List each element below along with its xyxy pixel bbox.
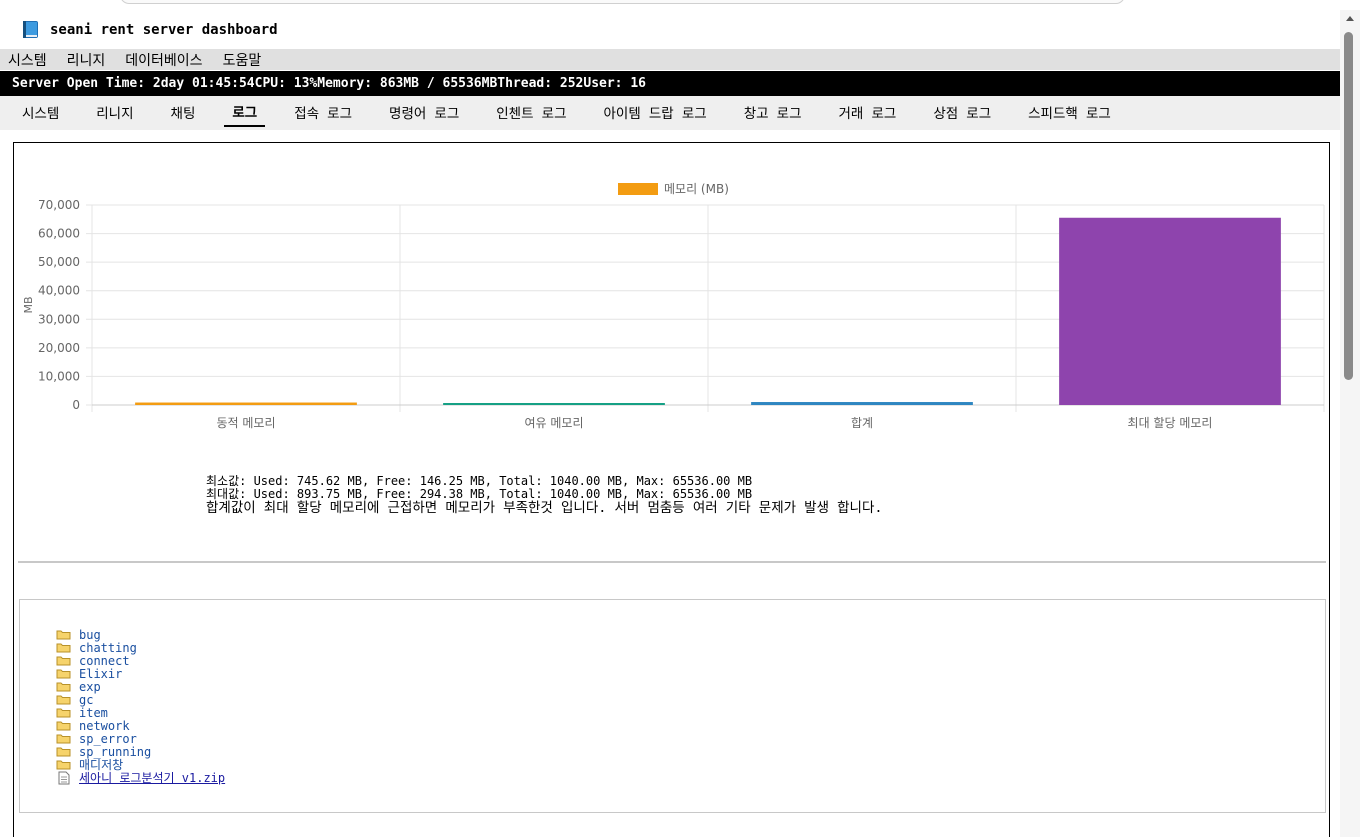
chart-legend-label: 메모리 (MB) [664, 182, 729, 196]
status-thread: Thread: 252 [497, 76, 584, 91]
section-divider [18, 561, 1326, 563]
zip-download-link[interactable]: 세아니 로그분석기 v1.zip [79, 769, 225, 786]
folder-icon [56, 682, 71, 692]
chart-ytick-label: 40,000 [38, 284, 80, 298]
file-icon [58, 771, 70, 784]
list-item: chatting [56, 641, 225, 655]
folder-link[interactable]: connect [79, 654, 130, 668]
list-item: exp [56, 680, 225, 694]
tab-item-drop-log[interactable]: 아이템 드랍 로그 [604, 100, 707, 126]
title-bar: seani rent server dashboard [0, 10, 1340, 49]
folder-icon [56, 760, 71, 770]
folder-link[interactable]: item [79, 706, 108, 720]
chart-ytick-label: 50,000 [38, 255, 80, 269]
window-title: seani rent server dashboard [50, 21, 278, 38]
scroll-up-arrow-icon[interactable] [1346, 16, 1354, 21]
tab-enchant-log[interactable]: 인첸트 로그 [496, 100, 566, 126]
status-cpu: CPU: 13% [254, 76, 318, 91]
list-item: item [56, 706, 225, 720]
file-list: bug chatting connect Elixir exp gc item network… [56, 628, 225, 786]
status-open-time: Server Open Time: 2day 01:45:54 [12, 76, 255, 91]
list-item: gc [56, 693, 225, 707]
chart-ylabel: MB [22, 296, 35, 313]
folder-icon [56, 643, 71, 653]
tab-trade-log[interactable]: 거래 로그 [839, 100, 897, 126]
log-panel: 0 10,000 20,000 30,000 40,000 50,000 60,000 70,… [13, 142, 1330, 837]
memory-chart: 0 10,000 20,000 30,000 40,000 50,000 60,000 70,… [14, 143, 1329, 433]
status-memory: Memory: 863MB / 65536MB [317, 76, 498, 91]
chart-bar [443, 403, 665, 405]
status-user: User: 16 [583, 76, 646, 91]
chart-ytick-label: 20,000 [38, 341, 80, 355]
menu-system[interactable]: 시스템 [8, 50, 47, 70]
folder-icon [56, 721, 71, 731]
scroll-thumb[interactable] [1344, 32, 1353, 380]
memory-chart-svg: 0 10,000 20,000 30,000 40,000 50,000 60,000 70,… [22, 182, 1325, 430]
tab-system[interactable]: 시스템 [22, 100, 59, 126]
folder-link[interactable]: sp_error [79, 732, 137, 746]
list-item: bug [56, 628, 225, 642]
tab-lineage[interactable]: 리니지 [96, 100, 133, 126]
address-bar[interactable] [120, 0, 1125, 4]
tab-command-log[interactable]: 명령어 로그 [389, 100, 459, 126]
menu-bar: 시스템 리니지 데이터베이스 도움말 [0, 49, 1340, 70]
folder-icon [56, 747, 71, 757]
stats-note: 합계값이 최대 할당 메모리에 근접하면 메모리가 부족한것 입니다. 서버 멈… [206, 500, 883, 516]
folder-icon [56, 630, 71, 640]
tab-bar: 시스템 리니지 채팅 로그 접속 로그 명령어 로그 인첸트 로그 아이템 드랍… [0, 96, 1340, 130]
folder-link[interactable]: chatting [79, 641, 137, 655]
chart-ytick-label: 30,000 [38, 312, 80, 326]
tab-log[interactable]: 로그 [224, 99, 266, 127]
chart-bar [751, 402, 973, 405]
status-bar: Server Open Time: 2day 01:45:54 CPU: 13%… [0, 71, 1340, 96]
memory-stats: 최소값: Used: 745.62 MB, Free: 146.25 MB, T… [206, 475, 883, 516]
book-icon [23, 20, 38, 38]
folder-icon [56, 669, 71, 679]
folder-link[interactable]: Elixir [79, 667, 122, 681]
chart-xtick-label: 동적 메모리 [216, 416, 275, 430]
list-item: connect [56, 654, 225, 668]
folder-link[interactable]: gc [79, 693, 93, 707]
folder-icon [56, 734, 71, 744]
chart-ytick-label: 10,000 [38, 369, 80, 383]
vertical-scrollbar[interactable] [1340, 10, 1360, 837]
tab-speedhack-log[interactable]: 스피드핵 로그 [1028, 100, 1111, 126]
chart-xtick-label: 최대 할당 메모리 [1128, 416, 1213, 430]
list-item: Elixir [56, 667, 225, 681]
chart-ytick-label: 60,000 [38, 227, 80, 241]
list-item: sp_error [56, 732, 225, 746]
tab-connect-log[interactable]: 접속 로그 [294, 100, 352, 126]
menu-lineage[interactable]: 리니지 [67, 50, 106, 70]
tab-chat[interactable]: 채팅 [171, 100, 196, 126]
folder-link[interactable]: exp [79, 680, 101, 694]
menu-help[interactable]: 도움말 [223, 50, 262, 70]
menu-database[interactable]: 데이터베이스 [125, 50, 202, 70]
folder-link[interactable]: bug [79, 628, 101, 642]
tab-warehouse-log[interactable]: 창고 로그 [744, 100, 802, 126]
chart-xtick-label: 합계 [851, 416, 873, 430]
browser-top-edge [0, 0, 1360, 10]
folder-icon [56, 695, 71, 705]
chart-xtick-label: 여유 메모리 [524, 416, 583, 430]
chart-bar [135, 402, 357, 405]
chart-ytick-label: 0 [72, 398, 80, 412]
folder-icon [56, 656, 71, 666]
chart-ytick-label: 70,000 [38, 198, 80, 212]
chart-bar [1059, 217, 1281, 405]
log-file-browser: bug chatting connect Elixir exp gc item network… [19, 599, 1326, 813]
folder-icon [56, 708, 71, 718]
folder-link[interactable]: network [79, 719, 130, 733]
chart-legend-swatch [618, 183, 658, 195]
list-item: network [56, 719, 225, 733]
list-item: 세아니 로그분석기 v1.zip [56, 769, 225, 786]
tab-shop-log[interactable]: 상점 로그 [933, 100, 991, 126]
